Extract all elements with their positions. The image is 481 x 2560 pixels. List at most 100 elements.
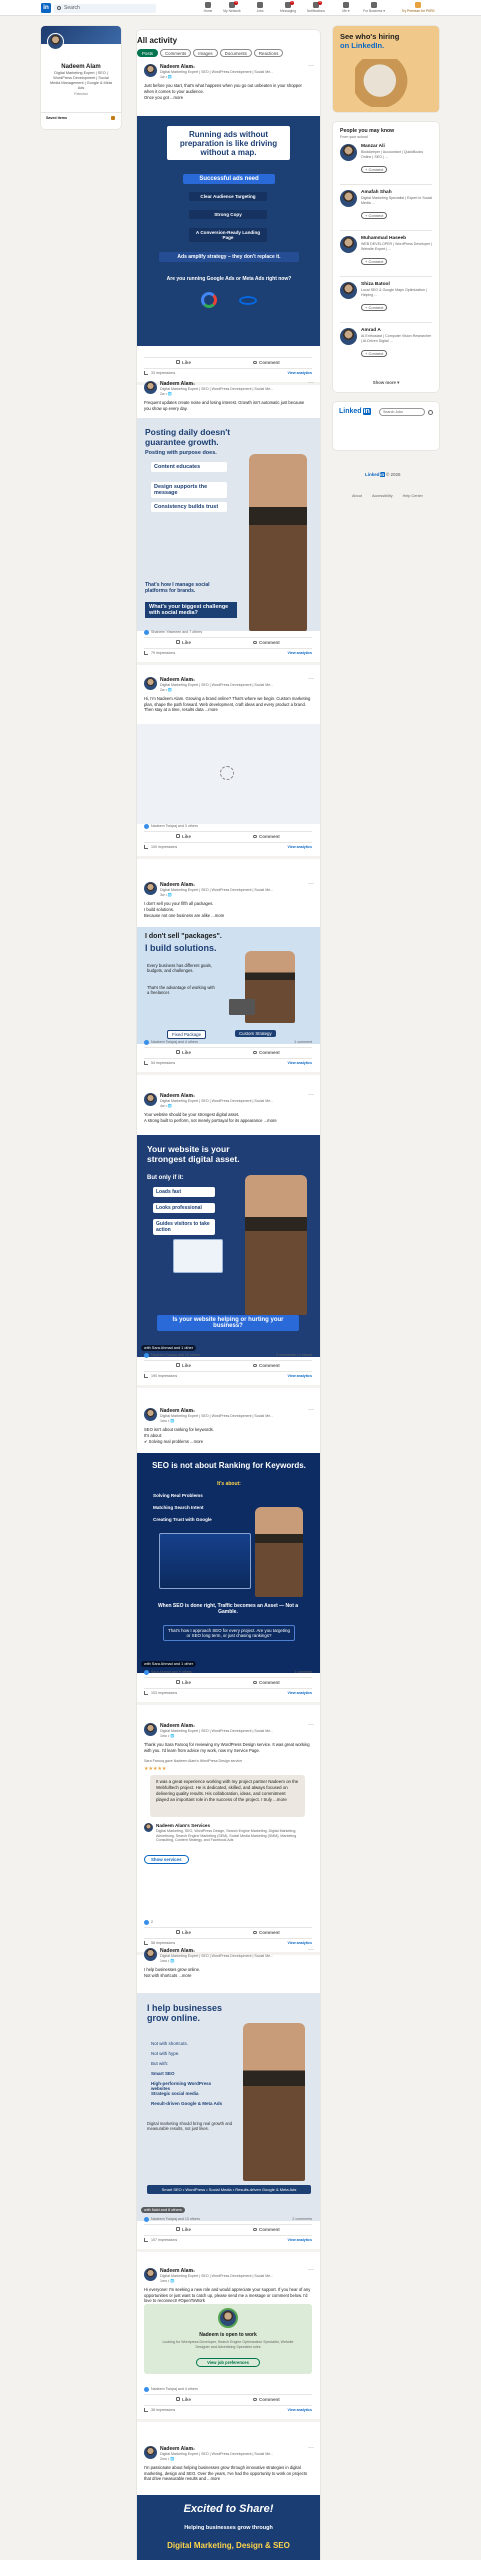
filter-posts[interactable]: Posts — [137, 49, 158, 57]
post-image[interactable]: Posting daily doesn't guarantee growth. P… — [137, 418, 320, 631]
nav-item-0[interactable]: Home — [196, 2, 220, 15]
post-menu-icon[interactable]: ··· — [308, 1722, 314, 1728]
saved-items-link[interactable]: Saved items — [46, 116, 67, 120]
post-author-avatar[interactable] — [144, 1948, 157, 1961]
comments-count[interactable]: 2 comments • 1 repost — [250, 1353, 312, 1357]
connect-button[interactable]: + Connect — [361, 304, 388, 311]
post-menu-icon[interactable]: ··· — [308, 380, 314, 386]
post-menu-icon[interactable]: ··· — [308, 1092, 314, 1098]
post-author-avatar[interactable] — [144, 381, 157, 394]
reactions-count[interactable]: Nadeem Twiqraj and 13 others — [151, 2217, 200, 2221]
like-button[interactable]: Like — [176, 2227, 191, 2232]
filter-documents[interactable]: Documents — [219, 49, 252, 57]
post-image[interactable]: I help businesses grow online. Not with s… — [137, 1993, 320, 2221]
view-job-preferences-button[interactable]: View job preferences — [196, 2358, 260, 2367]
view-analytics-link[interactable]: View analytics — [268, 371, 312, 375]
post-image[interactable]: Running ads without preparation is like … — [137, 116, 320, 346]
reactions-count[interactable]: Nadeem Twiqraj and 4 others — [151, 1040, 198, 1044]
footer-link[interactable]: Help Center — [403, 494, 423, 498]
reactions-count[interactable]: Nadeem Twiqraj and 3 others — [151, 824, 198, 828]
post-menu-icon[interactable]: ··· — [308, 881, 314, 887]
comment-button[interactable]: Comment — [253, 2227, 280, 2232]
like-button[interactable]: Like — [176, 1050, 191, 1055]
hiring-ad[interactable]: See who's hiring on LinkedIn. — [333, 26, 439, 112]
open-to-work-card[interactable]: Nadeem is open to work Looking for Wordpr… — [144, 2304, 312, 2374]
nav-item-4[interactable]: Notifications 9 — [304, 1, 328, 15]
reactions-count[interactable]: Shaheen Yasmeen and 7 others — [151, 630, 202, 634]
comments-count[interactable]: 2 comments — [250, 2217, 312, 2221]
service-title[interactable]: Nadeem Alam's Services — [156, 1823, 210, 1828]
post-author-avatar[interactable] — [144, 677, 157, 690]
like-button[interactable]: Like — [176, 640, 191, 645]
post-author-avatar[interactable] — [144, 2446, 157, 2459]
pymk-avatar[interactable] — [340, 236, 357, 253]
view-analytics-link[interactable]: View analytics — [268, 845, 312, 849]
like-button[interactable]: Like — [176, 1363, 191, 1368]
comment-button[interactable]: Comment — [253, 360, 280, 365]
post-author-avatar[interactable] — [144, 64, 157, 77]
view-analytics-link[interactable]: View analytics — [268, 1061, 312, 1065]
post-author-avatar[interactable] — [144, 2268, 157, 2281]
post-author-avatar[interactable] — [144, 1723, 157, 1736]
connect-button[interactable]: + Connect — [361, 166, 388, 173]
view-analytics-link[interactable]: View analytics — [268, 1374, 312, 1378]
pymk-avatar[interactable] — [340, 144, 357, 161]
footer-link[interactable]: Accessibility — [372, 494, 393, 498]
nav-item-7[interactable]: Try Premium for PKR0 — [398, 2, 438, 15]
like-button[interactable]: Like — [176, 2397, 191, 2402]
connect-button[interactable]: + Connect — [361, 258, 388, 265]
show-services-button[interactable]: Show services — [144, 1855, 189, 1864]
post-image[interactable]: I don't sell "packages". I build solution… — [137, 927, 320, 1044]
like-button[interactable]: Like — [176, 1680, 191, 1685]
post-author-avatar[interactable] — [144, 1093, 157, 1106]
nav-item-6[interactable]: For Business ▾ — [362, 2, 386, 15]
like-button[interactable]: Like — [176, 834, 191, 839]
reactions-count[interactable]: 2 — [151, 1920, 153, 1924]
post-author-avatar[interactable] — [144, 1408, 157, 1421]
reactions-count[interactable]: Nadeem Twiqraj and 15 others — [151, 1353, 200, 1357]
post-image[interactable]: SEO is not about Ranking for Keywords. It… — [137, 1453, 320, 1673]
comment-button[interactable]: Comment — [253, 1680, 280, 1685]
post-menu-icon[interactable]: ··· — [308, 63, 314, 69]
post-menu-icon[interactable]: ··· — [308, 2267, 314, 2273]
comment-button[interactable]: Comment — [253, 640, 280, 645]
view-analytics-link[interactable]: View analytics — [268, 2238, 312, 2242]
post-menu-icon[interactable]: ··· — [308, 1947, 314, 1953]
linkedin-logo-icon[interactable]: in — [41, 3, 51, 13]
comment-button[interactable]: Comment — [253, 1050, 280, 1055]
pymk-name[interactable]: Amrad A — [361, 328, 381, 333]
jobs-dropdown-icon[interactable] — [428, 409, 433, 415]
post-author-avatar[interactable] — [144, 882, 157, 895]
comment-button[interactable]: Comment — [253, 1930, 280, 1935]
pymk-name[interactable]: Muhammad Haseeb — [361, 236, 406, 241]
nav-item-1[interactable]: My Network 3 — [220, 1, 244, 15]
filter-images[interactable]: Images — [193, 49, 218, 57]
nav-item-5[interactable]: Me ▾ — [334, 2, 358, 15]
reactions-count[interactable]: Sara Ahmad and 9 others — [151, 1670, 192, 1674]
post-menu-icon[interactable]: ··· — [308, 676, 314, 682]
comments-count[interactable]: 1 comment — [250, 1040, 312, 1044]
pymk-name[interactable]: Manzar Ali — [361, 144, 385, 149]
like-button[interactable]: Like — [176, 1930, 191, 1935]
pymk-avatar[interactable] — [340, 282, 357, 299]
post-image[interactable]: Your website is your strongest digital a… — [137, 1135, 320, 1357]
pymk-avatar[interactable] — [340, 328, 357, 345]
connect-button[interactable]: + Connect — [361, 350, 388, 357]
comment-button[interactable]: Comment — [253, 1363, 280, 1368]
jobs-search-input[interactable]: Search Jobs — [379, 408, 425, 416]
reactions-count[interactable]: Nadeem Twiqraj and 4 others — [151, 2387, 198, 2391]
pymk-avatar[interactable] — [340, 190, 357, 207]
nav-item-2[interactable]: Jobs — [248, 2, 272, 15]
connect-button[interactable]: + Connect — [361, 212, 388, 219]
view-analytics-link[interactable]: View analytics — [268, 1691, 312, 1695]
pymk-name[interactable]: Shiza Batool — [361, 282, 390, 287]
comment-button[interactable]: Comment — [253, 834, 280, 839]
nav-item-3[interactable]: Messaging 1 — [276, 1, 300, 15]
view-analytics-link[interactable]: View analytics — [268, 651, 312, 655]
comments-count[interactable]: 1 comment — [250, 1670, 312, 1674]
comment-button[interactable]: Comment — [253, 2397, 280, 2402]
filter-reactions[interactable]: Reactions — [253, 49, 284, 57]
like-button[interactable]: Like — [176, 360, 191, 365]
view-analytics-link[interactable]: View analytics — [268, 2408, 312, 2412]
profile-avatar[interactable] — [47, 33, 64, 50]
